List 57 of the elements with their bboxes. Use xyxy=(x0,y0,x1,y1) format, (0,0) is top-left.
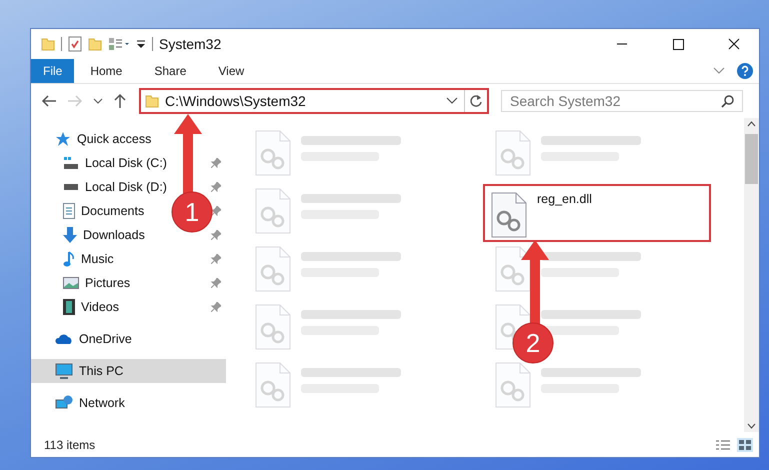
chevron-icon[interactable] xyxy=(713,67,725,75)
pin-icon[interactable] xyxy=(211,278,221,288)
sidebar-item[interactable]: Music xyxy=(31,247,118,271)
details-view-icon[interactable] xyxy=(715,439,731,451)
sidebar-item[interactable]: Videos xyxy=(31,295,123,319)
item-count: 113 items xyxy=(44,438,96,452)
ribbon-tab[interactable]: View xyxy=(202,59,260,83)
search-icon[interactable] xyxy=(721,94,735,108)
sidebar-item[interactable]: Local Disk (C:) xyxy=(31,151,171,175)
pin-icon[interactable] xyxy=(211,206,221,216)
ribbon-tab[interactable]: Share xyxy=(138,59,202,83)
folder-icon[interactable] xyxy=(41,37,55,51)
sidebar-item[interactable]: Local Disk (D:) xyxy=(31,175,171,199)
file-name: reg_en.dll xyxy=(537,192,592,206)
large-icons-view-icon[interactable] xyxy=(737,438,753,452)
scrollbar[interactable] xyxy=(744,118,759,432)
view-options-icon[interactable] xyxy=(108,37,130,51)
music-note-icon xyxy=(63,251,75,267)
pin-icon[interactable] xyxy=(211,230,221,240)
sidebar-item[interactable]: OneDrive xyxy=(31,327,226,351)
pin-icon[interactable] xyxy=(211,302,221,312)
ribbon-tab[interactable]: File xyxy=(31,59,74,83)
pin-icon[interactable] xyxy=(211,182,221,192)
window-title: System32 xyxy=(159,36,222,52)
up-arrow-icon[interactable] xyxy=(113,93,127,109)
step-number: 1 xyxy=(184,196,200,228)
sidebar-item[interactable]: Documents xyxy=(31,199,148,223)
new-folder-icon[interactable] xyxy=(88,37,102,51)
pin-icon[interactable] xyxy=(211,158,221,168)
drive-icon xyxy=(63,156,79,170)
film-icon xyxy=(63,299,75,315)
network-icon xyxy=(55,395,73,411)
star-icon xyxy=(55,131,71,147)
sidebar-item[interactable]: Quick access xyxy=(31,127,226,151)
file-icon[interactable] xyxy=(491,192,527,238)
picture-icon xyxy=(63,277,79,289)
cloud-icon xyxy=(55,333,73,345)
sidebar-item[interactable]: Downloads xyxy=(31,223,149,247)
sidebar-item[interactable]: Network xyxy=(31,391,226,415)
address-bar[interactable]: C:\Windows\System32 xyxy=(139,88,489,114)
computer-icon xyxy=(55,363,73,379)
scroll-thumb[interactable] xyxy=(745,134,758,184)
selected-file-frame[interactable]: reg_en.dll xyxy=(483,184,711,242)
sidebar-item[interactable]: Pictures xyxy=(31,271,134,295)
step-number: 2 xyxy=(524,326,542,360)
help-icon[interactable] xyxy=(737,63,753,79)
drive-icon xyxy=(63,183,79,191)
pin-icon[interactable] xyxy=(211,254,221,264)
sidebar-item[interactable]: This PC xyxy=(31,359,226,383)
dropdown-icon[interactable] xyxy=(136,38,146,50)
properties-icon[interactable] xyxy=(68,36,82,52)
ribbon-tab[interactable]: Home xyxy=(74,59,138,83)
recent-dropdown-icon[interactable] xyxy=(93,97,103,105)
back-arrow-icon[interactable] xyxy=(41,94,57,108)
document-icon xyxy=(63,203,75,219)
download-arrow-icon xyxy=(63,227,77,243)
search-field[interactable]: Search System32 xyxy=(501,90,743,112)
